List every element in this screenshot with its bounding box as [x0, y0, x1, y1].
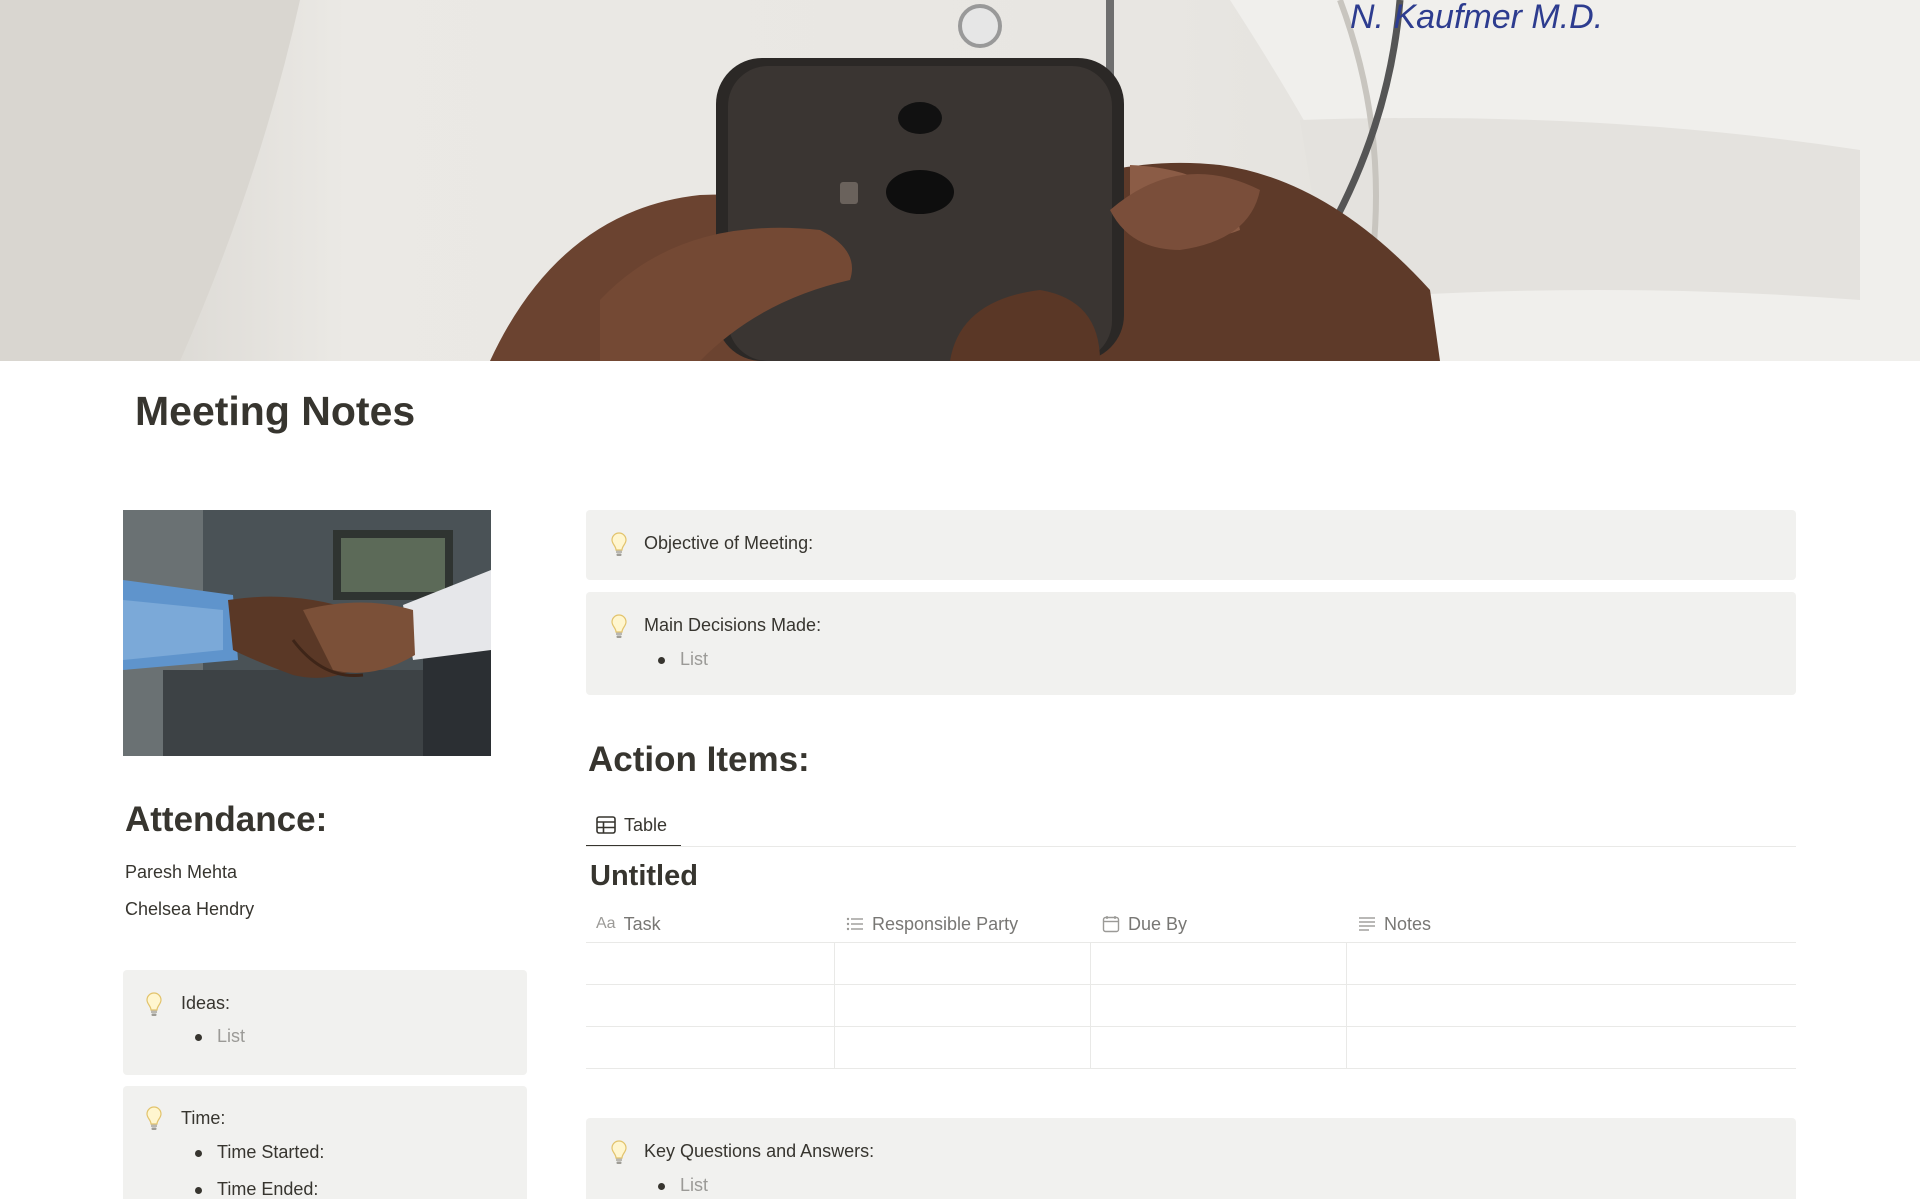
decisions-callout[interactable]: Main Decisions Made: List: [586, 592, 1796, 695]
handshake-image[interactable]: [123, 510, 491, 756]
page-title[interactable]: Meeting Notes: [135, 388, 415, 435]
key-questions-callout[interactable]: Key Questions and Answers: List: [586, 1118, 1796, 1199]
list-placeholder-text: List: [680, 649, 709, 669]
table-row[interactable]: [586, 943, 1796, 984]
list-placeholder-text: List: [217, 1026, 246, 1046]
column-header-responsible-party[interactable]: Responsible Party: [846, 906, 1018, 942]
cover-photo-doctor-phone: N. Kaufmer M.D.: [0, 0, 1920, 361]
lightbulb-icon: [611, 614, 627, 638]
bullet: [195, 1187, 202, 1194]
lightbulb-icon: [146, 992, 162, 1016]
attendee-name[interactable]: Paresh Mehta: [125, 862, 237, 883]
ideas-callout[interactable]: Ideas: List: [123, 970, 527, 1075]
table-row-divider: [586, 1068, 1796, 1069]
attendee-name[interactable]: Chelsea Hendry: [125, 899, 254, 920]
time-title[interactable]: Time:: [181, 1108, 225, 1129]
time-started-label: Time Started:: [217, 1142, 325, 1162]
ideas-title[interactable]: Ideas:: [181, 993, 230, 1014]
table-icon: [596, 816, 616, 834]
column-label: Due By: [1128, 913, 1188, 934]
bullet: [658, 657, 665, 664]
database-title[interactable]: Untitled: [590, 860, 698, 893]
aa-title-icon: Aa: [596, 915, 616, 932]
time-callout[interactable]: Time: Time Started: Time Ended:: [123, 1086, 527, 1199]
column-header-notes[interactable]: Notes: [1358, 906, 1431, 942]
decisions-title[interactable]: Main Decisions Made:: [644, 615, 821, 636]
page-cover-image[interactable]: N. Kaufmer M.D.: [0, 0, 1920, 361]
objective-title[interactable]: Objective of Meeting:: [644, 533, 813, 554]
view-tab-table[interactable]: Table: [586, 805, 681, 847]
column-label: Task: [623, 913, 661, 934]
table-row[interactable]: [586, 985, 1796, 1026]
bullet: [195, 1034, 202, 1041]
calendar-icon: [1102, 916, 1120, 933]
view-tabs-divider: [586, 846, 1796, 847]
action-items-heading[interactable]: Action Items:: [588, 740, 810, 780]
key-questions-title[interactable]: Key Questions and Answers:: [644, 1141, 874, 1162]
table-row[interactable]: [586, 1027, 1796, 1068]
lightbulb-icon: [146, 1106, 162, 1130]
list-item[interactable]: List: [195, 1026, 246, 1047]
lightbulb-icon: [611, 1140, 627, 1164]
text-lines-icon: [1359, 917, 1375, 931]
attendance-heading[interactable]: Attendance:: [125, 800, 327, 840]
column-header-task[interactable]: Aa Task: [596, 906, 661, 942]
column-label: Notes: [1384, 913, 1432, 934]
list-icon: [846, 917, 863, 931]
list-placeholder-text: List: [680, 1175, 709, 1195]
list-item[interactable]: List: [658, 649, 709, 670]
column-header-due-by[interactable]: Due By: [1102, 906, 1187, 942]
column-label: Responsible Party: [872, 913, 1019, 934]
list-item[interactable]: Time Started:: [195, 1142, 325, 1163]
bullet: [658, 1183, 665, 1190]
objective-callout[interactable]: Objective of Meeting:: [586, 510, 1796, 580]
handshake-photo: [123, 510, 491, 756]
bullet: [195, 1150, 202, 1157]
time-ended-label: Time Ended:: [217, 1179, 319, 1199]
list-item[interactable]: List: [658, 1175, 709, 1196]
lightbulb-icon: [611, 532, 627, 556]
list-item[interactable]: Time Ended:: [195, 1179, 319, 1199]
view-tab-label: Table: [624, 814, 668, 835]
svg-text:N. Kaufmer M.D.: N. Kaufmer M.D.: [1350, 0, 1603, 36]
